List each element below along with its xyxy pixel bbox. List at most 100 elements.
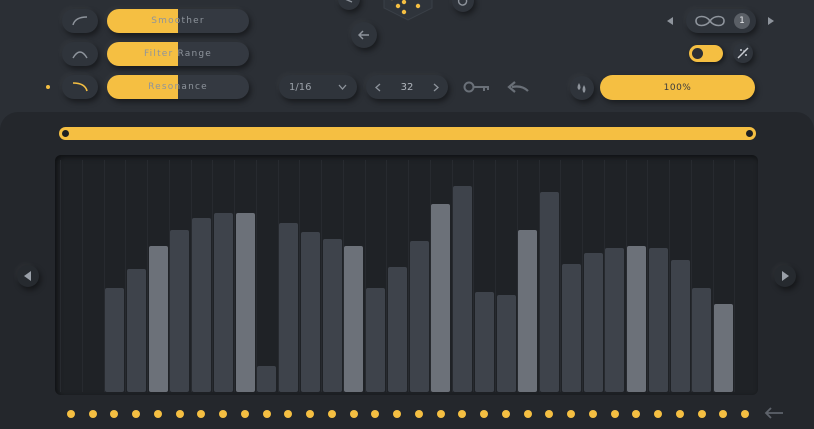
chevron-right-icon[interactable] bbox=[433, 83, 439, 92]
step-dot[interactable] bbox=[654, 410, 662, 418]
step-dot[interactable] bbox=[415, 410, 423, 418]
step-dot[interactable] bbox=[350, 410, 358, 418]
key-button[interactable] bbox=[462, 79, 492, 95]
step-bar[interactable] bbox=[584, 253, 603, 392]
curve-button-smoother[interactable] bbox=[62, 9, 98, 33]
step-bar[interactable] bbox=[671, 260, 690, 392]
chevron-left-icon[interactable] bbox=[375, 83, 381, 92]
step-dot[interactable] bbox=[502, 410, 510, 418]
step-dot[interactable] bbox=[458, 410, 466, 418]
step-dot[interactable] bbox=[89, 410, 97, 418]
range-bar[interactable] bbox=[59, 127, 756, 140]
step-bar[interactable] bbox=[344, 246, 363, 392]
step-dot[interactable] bbox=[284, 410, 292, 418]
step-dot[interactable] bbox=[437, 410, 445, 418]
step-dot[interactable] bbox=[741, 410, 749, 418]
grid-column-line bbox=[408, 160, 409, 392]
step-dot[interactable] bbox=[219, 410, 227, 418]
step-dot[interactable] bbox=[589, 410, 597, 418]
grid-column-line bbox=[60, 160, 61, 392]
magic-wand-button[interactable] bbox=[733, 43, 753, 63]
step-bar[interactable] bbox=[518, 230, 537, 392]
step-dot[interactable] bbox=[393, 410, 401, 418]
step-count-stepper[interactable]: 32 bbox=[366, 75, 448, 99]
step-bar[interactable] bbox=[105, 288, 124, 392]
step-dot[interactable] bbox=[263, 410, 271, 418]
step-dot[interactable] bbox=[698, 410, 706, 418]
enable-toggle[interactable] bbox=[689, 45, 723, 62]
mix-amount-value: 100% bbox=[663, 82, 692, 93]
page-left-button[interactable] bbox=[17, 265, 39, 287]
step-bar[interactable] bbox=[366, 288, 385, 392]
back-button[interactable] bbox=[351, 22, 377, 48]
step-dot[interactable] bbox=[67, 410, 75, 418]
step-dot[interactable] bbox=[241, 410, 249, 418]
step-bar[interactable] bbox=[627, 246, 646, 392]
step-bar[interactable] bbox=[279, 223, 298, 392]
step-dot[interactable] bbox=[110, 410, 118, 418]
step-division-select[interactable]: 1/16 bbox=[279, 75, 357, 99]
step-dot[interactable] bbox=[328, 410, 336, 418]
step-dot[interactable] bbox=[676, 410, 684, 418]
curve-button-resonance[interactable] bbox=[62, 75, 98, 99]
arrow-back-icon[interactable] bbox=[764, 407, 784, 419]
triangle-right-icon[interactable] bbox=[767, 17, 774, 25]
page-right-button[interactable] bbox=[774, 265, 796, 287]
step-division-value: 1/16 bbox=[289, 81, 312, 93]
step-bar[interactable] bbox=[149, 246, 168, 392]
step-bar[interactable] bbox=[605, 248, 624, 392]
step-bar[interactable] bbox=[301, 232, 320, 392]
step-dot[interactable] bbox=[524, 410, 532, 418]
smoother-label: Smoother bbox=[151, 16, 205, 26]
triangle-left-icon[interactable] bbox=[667, 17, 674, 25]
step-bar[interactable] bbox=[692, 288, 711, 392]
step-dot[interactable] bbox=[306, 410, 314, 418]
curve-arch-icon bbox=[72, 51, 88, 59]
step-bar[interactable] bbox=[170, 230, 189, 392]
grid-column-line bbox=[582, 160, 583, 392]
step-bar[interactable] bbox=[431, 204, 450, 392]
range-start-handle[interactable] bbox=[62, 130, 69, 137]
step-bar[interactable] bbox=[540, 192, 559, 392]
step-bar[interactable] bbox=[714, 304, 733, 392]
step-bar[interactable] bbox=[257, 366, 276, 392]
drops-button[interactable] bbox=[570, 76, 594, 100]
step-bar[interactable] bbox=[192, 218, 211, 392]
step-dot[interactable] bbox=[611, 410, 619, 418]
step-dot[interactable] bbox=[132, 410, 140, 418]
step-bar[interactable] bbox=[475, 292, 494, 392]
step-dot[interactable] bbox=[567, 410, 575, 418]
filter-range-slider[interactable]: Filter Range bbox=[107, 42, 249, 66]
curve-button-filter-range[interactable] bbox=[62, 42, 98, 66]
grid-column-line bbox=[125, 160, 126, 392]
undo-button[interactable] bbox=[452, 0, 474, 12]
step-dot[interactable] bbox=[197, 410, 205, 418]
range-end-handle[interactable] bbox=[746, 130, 753, 137]
dice-icon bbox=[383, 0, 433, 21]
step-bar[interactable] bbox=[562, 264, 581, 392]
step-bar[interactable] bbox=[323, 239, 342, 392]
step-dot[interactable] bbox=[371, 410, 379, 418]
step-bar[interactable] bbox=[214, 213, 233, 392]
step-dot[interactable] bbox=[632, 410, 640, 418]
share-button[interactable] bbox=[338, 0, 360, 10]
step-dot[interactable] bbox=[154, 410, 162, 418]
step-bar[interactable] bbox=[236, 213, 255, 392]
step-dot[interactable] bbox=[176, 410, 184, 418]
step-dot[interactable] bbox=[719, 410, 727, 418]
step-bar[interactable] bbox=[497, 295, 516, 392]
step-bar[interactable] bbox=[453, 186, 472, 392]
smoother-slider[interactable]: Smoother bbox=[107, 9, 249, 33]
return-button[interactable] bbox=[506, 80, 530, 94]
mix-amount-bar[interactable]: 100% bbox=[600, 75, 755, 100]
loop-control[interactable]: 1 bbox=[686, 9, 756, 33]
step-bar[interactable] bbox=[388, 267, 407, 392]
resonance-slider[interactable]: Resonance bbox=[107, 75, 249, 99]
step-bar[interactable] bbox=[127, 269, 146, 392]
dice-button[interactable] bbox=[378, 0, 438, 32]
step-bar[interactable] bbox=[649, 248, 668, 392]
step-bar[interactable] bbox=[410, 241, 429, 392]
step-dot[interactable] bbox=[480, 410, 488, 418]
step-dot[interactable] bbox=[545, 410, 553, 418]
grid-column-line bbox=[256, 160, 257, 392]
